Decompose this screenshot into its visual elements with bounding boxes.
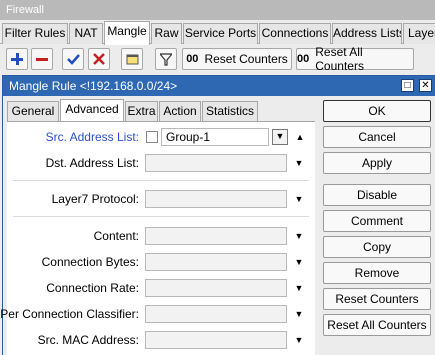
tab-address-lists[interactable]: Address Lists	[332, 23, 402, 44]
counter-icon: 00	[186, 53, 199, 65]
tab-statistics[interactable]: Statistics	[202, 101, 258, 121]
disable-rule-button[interactable]: Disable	[323, 184, 431, 206]
plus-icon	[11, 53, 23, 65]
note-icon	[126, 54, 138, 65]
divider	[13, 180, 309, 181]
dropdown-arrow-icon[interactable]: ▼	[293, 253, 305, 271]
window-title: Firewall	[0, 0, 435, 20]
connection-rate-field[interactable]	[145, 279, 287, 297]
tab-general[interactable]: General	[7, 101, 59, 121]
dropdown-arrow-icon[interactable]: ▼	[293, 279, 305, 297]
reset-counters-button[interactable]: 00 Reset Counters	[182, 48, 292, 70]
dropdown-arrow-icon[interactable]: ▼	[293, 331, 305, 349]
close-icon[interactable]: ✕	[419, 79, 432, 92]
filter-icon	[160, 52, 172, 66]
apply-button[interactable]: Apply	[323, 152, 431, 174]
dropdown-arrow-icon[interactable]: ▼	[293, 154, 305, 172]
minus-icon	[36, 58, 48, 61]
src-mac-address-label: Src. MAC Address:	[37, 333, 139, 347]
per-connection-classifier-field[interactable]	[145, 305, 287, 323]
connection-bytes-label: Connection Bytes:	[41, 255, 139, 269]
firewall-tab-bar: Filter Rules NAT Mangle Raw Service Port…	[0, 20, 435, 45]
x-icon	[93, 53, 105, 65]
copy-button[interactable]: Copy	[323, 236, 431, 258]
connection-bytes-field[interactable]	[145, 253, 287, 271]
enable-button[interactable]	[62, 48, 84, 70]
comment-rule-button[interactable]: Comment	[323, 210, 431, 232]
tab-raw[interactable]: Raw	[151, 23, 182, 44]
advanced-form: Src. Address List: Group-1 ▼ ▲ Dst. Addr…	[0, 121, 315, 355]
dialog-reset-all-counters-button[interactable]: Reset All Counters	[323, 314, 431, 336]
src-address-list-field[interactable]: Group-1	[161, 128, 269, 146]
src-address-list-invert-checkbox[interactable]	[146, 131, 158, 143]
tab-nat[interactable]: NAT	[69, 23, 103, 44]
dst-address-list-label: Dst. Address List:	[45, 156, 139, 170]
tab-action[interactable]: Action	[159, 101, 201, 121]
divider	[13, 216, 309, 217]
dropdown-arrow-icon[interactable]: ▼	[293, 305, 305, 323]
disable-button[interactable]	[88, 48, 110, 70]
tab-advanced[interactable]: Advanced	[60, 99, 124, 121]
dialog-tab-bar: General Advanced Extra Action Statistics	[7, 99, 317, 121]
dropdown-arrow-icon[interactable]: ▼	[293, 227, 305, 245]
dropdown-arrow-icon[interactable]: ▼	[293, 190, 305, 208]
per-connection-classifier-label: Per Connection Classifier:	[0, 307, 139, 321]
content-label: Content:	[93, 229, 139, 243]
tab-filter-rules[interactable]: Filter Rules	[2, 23, 68, 44]
src-address-list-label: Src. Address List:	[45, 130, 139, 144]
tab-extra[interactable]: Extra	[125, 101, 158, 121]
comment-button[interactable]	[121, 48, 143, 70]
dialog-reset-counters-button[interactable]: Reset Counters	[323, 288, 431, 310]
remove-button[interactable]	[31, 48, 53, 70]
src-address-list-dropdown-button[interactable]: ▼	[272, 129, 288, 145]
cancel-button[interactable]: Cancel	[323, 126, 431, 148]
dropdown-icon: ▼	[275, 131, 285, 141]
toolbar: 00 Reset Counters 00 Reset All Counters	[0, 45, 435, 73]
layer7-protocol-label: Layer7 Protocol:	[51, 192, 139, 206]
remove-rule-button[interactable]: Remove	[323, 262, 431, 284]
tab-connections[interactable]: Connections	[259, 23, 331, 44]
connection-rate-label: Connection Rate:	[46, 281, 139, 295]
src-mac-address-field[interactable]	[145, 331, 287, 349]
mangle-rule-dialog: Mangle Rule <!192.168.0.0/24> □ ✕ Genera…	[0, 75, 435, 355]
filter-button[interactable]	[155, 48, 177, 70]
tab-mangle[interactable]: Mangle	[104, 21, 150, 45]
add-button[interactable]	[6, 48, 28, 70]
collapse-up-icon[interactable]: ▲	[294, 129, 306, 145]
tab-layer7[interactable]: Layer	[403, 23, 435, 44]
ok-button[interactable]: OK	[323, 100, 431, 122]
reset-all-counters-button[interactable]: 00 Reset All Counters	[296, 45, 414, 73]
content-field[interactable]	[145, 227, 287, 245]
counter-icon: 00	[297, 53, 310, 65]
layer7-protocol-field[interactable]	[145, 190, 287, 208]
dst-address-list-field[interactable]	[145, 154, 287, 172]
dialog-title: Mangle Rule <!192.168.0.0/24>	[3, 76, 435, 96]
restore-icon[interactable]: □	[401, 79, 414, 92]
check-icon	[66, 54, 80, 65]
tab-service-ports[interactable]: Service Ports	[183, 23, 258, 44]
